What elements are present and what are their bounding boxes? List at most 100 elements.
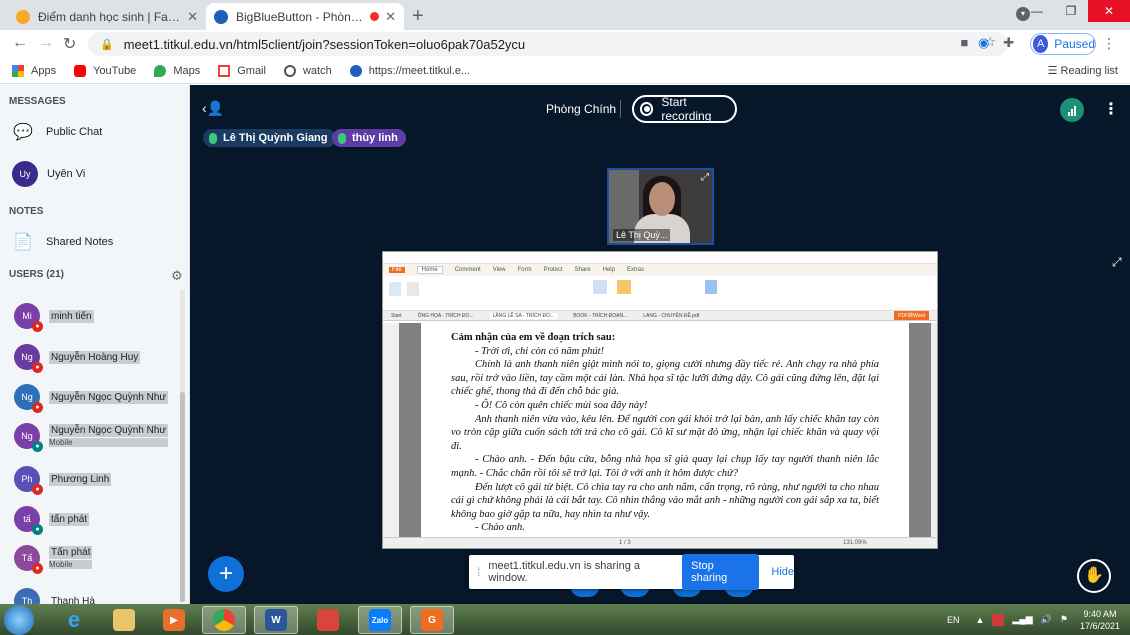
profile-button[interactable]: A Paused: [1030, 33, 1096, 55]
connection-status-icon[interactable]: [1060, 98, 1084, 122]
drag-handle-icon[interactable]: ⁞: [477, 565, 480, 579]
doc-tab[interactable]: BOOK - TRÍCH ĐOẠN...: [573, 313, 627, 319]
camera-icon[interactable]: ■: [960, 35, 968, 50]
start-button[interactable]: [4, 605, 34, 635]
volume-icon[interactable]: 🔊: [1041, 614, 1052, 625]
fullscreen-icon[interactable]: ⤢: [1112, 255, 1122, 270]
tab-faceid[interactable]: Điểm danh học sinh | FaceID ✕: [8, 3, 206, 30]
fullscreen-icon[interactable]: ⤢: [701, 172, 709, 183]
puzzle-icon[interactable]: ✚: [1003, 35, 1014, 51]
taskbar-word[interactable]: W: [254, 606, 298, 634]
browser-menu-icon[interactable]: ⋮: [1102, 35, 1116, 52]
raise-hand-button[interactable]: ✋: [1077, 559, 1111, 593]
minimize-button[interactable]: —: [1020, 0, 1054, 22]
forward-button[interactable]: →: [38, 34, 54, 52]
taskbar-media[interactable]: ▶: [152, 606, 196, 634]
doc-tab[interactable]: LANG - CHUYÊN ĐỀ.pdf: [643, 313, 699, 319]
typewriter-icon[interactable]: [593, 280, 607, 294]
tray-arrow-icon[interactable]: ▲: [976, 615, 985, 625]
menu-item[interactable]: Home: [416, 266, 443, 274]
webcam-tile[interactable]: ⤢ Lê Thị Quỳ...: [607, 168, 714, 245]
hand-tool-icon[interactable]: [389, 282, 401, 296]
talking-indicator[interactable]: thùy linh: [332, 129, 406, 147]
clock[interactable]: 9:40 AM 17/6/2021: [1080, 608, 1120, 632]
gear-icon[interactable]: ⚙: [171, 268, 183, 284]
actions-plus-button[interactable]: +: [208, 556, 244, 592]
tab-bigbluebutton[interactable]: BigBlueButton - Phòng Chính ✕: [206, 3, 404, 30]
stop-sharing-button[interactable]: Stop sharing: [682, 554, 760, 590]
bookmark-apps[interactable]: Apps: [12, 64, 57, 77]
hide-button[interactable]: Hide: [771, 566, 794, 578]
private-chat-item[interactable]: Uy Uyên Vi: [12, 161, 85, 187]
document-paragraph: - Ô! Cô còn quên chiếc mùi soa đây này!: [475, 399, 648, 411]
toggle-userlist-icon[interactable]: ‹👤: [202, 100, 224, 117]
bookmark-watch[interactable]: watch: [283, 64, 332, 77]
document-scrollbar[interactable]: [931, 323, 937, 539]
talking-indicator[interactable]: Lê Thị Quỳnh Giang: [203, 129, 336, 147]
reload-button[interactable]: ↻: [63, 34, 76, 54]
menu-item[interactable]: Protect: [544, 267, 563, 273]
flag-icon[interactable]: ⚑: [1060, 614, 1068, 625]
user-list-item[interactable]: Ph ● Phương Linh: [14, 466, 112, 495]
url-field[interactable]: 🔒 meet1.titkul.edu.vn/html5client/join?s…: [88, 32, 1008, 56]
bookmark-gmail[interactable]: Gmail: [218, 64, 266, 77]
page-indicator[interactable]: 1 / 3: [619, 540, 631, 546]
doc-tab[interactable]: Start: [391, 313, 402, 319]
menu-item[interactable]: Extras: [627, 267, 644, 273]
back-button[interactable]: ←: [12, 34, 28, 52]
close-tab-icon[interactable]: ✕: [385, 9, 396, 25]
bookmark-maps[interactable]: Maps: [154, 64, 200, 77]
pdf-sign-icon[interactable]: [705, 280, 717, 294]
menu-item[interactable]: Help: [603, 267, 615, 273]
taskbar-ie[interactable]: e: [52, 606, 96, 634]
menu-item[interactable]: Comment: [455, 267, 481, 273]
bookmark-youtube[interactable]: YouTube: [74, 64, 136, 77]
user-list-item[interactable]: Ng ● Nguyễn Ngọc Quỳnh Như: [14, 384, 169, 413]
new-tab-button[interactable]: +: [412, 5, 424, 28]
bookmark-label: Apps: [31, 64, 57, 77]
maximize-button[interactable]: ❐: [1054, 0, 1088, 22]
close-tab-icon[interactable]: ✕: [187, 9, 198, 25]
doc-tab[interactable]: LẶNG LẼ SA - TRÍCH ĐO...: [489, 312, 558, 319]
taskbar-explorer[interactable]: [102, 606, 146, 634]
network-icon[interactable]: ▂▄▆: [1012, 614, 1032, 625]
user-list-item[interactable]: Th Thanh Hà: [14, 588, 97, 605]
document-paragraph: Chính là anh thanh niên giật mình nói to…: [451, 359, 879, 398]
close-window-button[interactable]: ✕: [1088, 0, 1130, 22]
zoom-level[interactable]: 131.09%: [843, 540, 867, 546]
user-list-scroll-thumb[interactable]: [180, 392, 185, 602]
start-recording-button[interactable]: Start recording: [632, 95, 737, 123]
globe-icon: [283, 64, 296, 77]
user-list-item[interactable]: Ng ● Nguyễn Hoàng Huy: [14, 344, 141, 373]
user-list-item[interactable]: tấ ● tấn phát: [14, 506, 90, 535]
menu-item[interactable]: File: [389, 267, 405, 273]
taskbar-foxit[interactable]: G: [410, 606, 454, 634]
menu-item[interactable]: View: [493, 267, 506, 273]
pdf-to-word-button[interactable]: PDF转Word: [894, 311, 929, 320]
bookmarks-bar: Apps YouTube Maps Gmail watch https://me…: [0, 58, 1130, 84]
microphone-icon: [338, 132, 346, 144]
public-chat-item[interactable]: 💬 Public Chat: [12, 121, 102, 143]
options-menu-icon[interactable]: ⋮: [1103, 99, 1119, 119]
record-label: Start recording: [661, 95, 712, 123]
reading-list-button[interactable]: ☰ Reading list: [1048, 64, 1118, 77]
user-list-item[interactable]: Ng ● Nguyễn Ngọc Quỳnh Như Mobile: [14, 423, 169, 452]
language-indicator[interactable]: EN: [947, 615, 960, 625]
user-list-item[interactable]: Tấ ● Tấn phát Mobile: [14, 545, 93, 574]
microphone-icon: [209, 132, 217, 144]
taskbar-zalo[interactable]: Zalo: [358, 606, 402, 634]
user-list-item[interactable]: Mi ● minh tiến: [14, 303, 94, 332]
bookmark-meet[interactable]: https://meet.titkul.e...: [349, 64, 470, 77]
extension-icon[interactable]: ◉: [978, 35, 989, 51]
doc-tab[interactable]: ÔNG HỌA - TRÍCH ĐO...: [418, 313, 474, 319]
taskbar-chrome[interactable]: [202, 606, 246, 634]
taskbar-app[interactable]: [306, 606, 350, 634]
reading-list-icon: ☰: [1047, 65, 1061, 77]
menu-item[interactable]: Share: [575, 267, 591, 273]
select-tool-icon[interactable]: [407, 282, 419, 296]
document-paragraph: - Trời ơi, chỉ còn có năm phút!: [475, 345, 605, 357]
tray-app-icon[interactable]: [992, 613, 1005, 626]
shared-notes-item[interactable]: 📄 Shared Notes: [12, 231, 113, 253]
highlight-icon[interactable]: [617, 280, 631, 294]
menu-item[interactable]: Form: [518, 267, 532, 273]
